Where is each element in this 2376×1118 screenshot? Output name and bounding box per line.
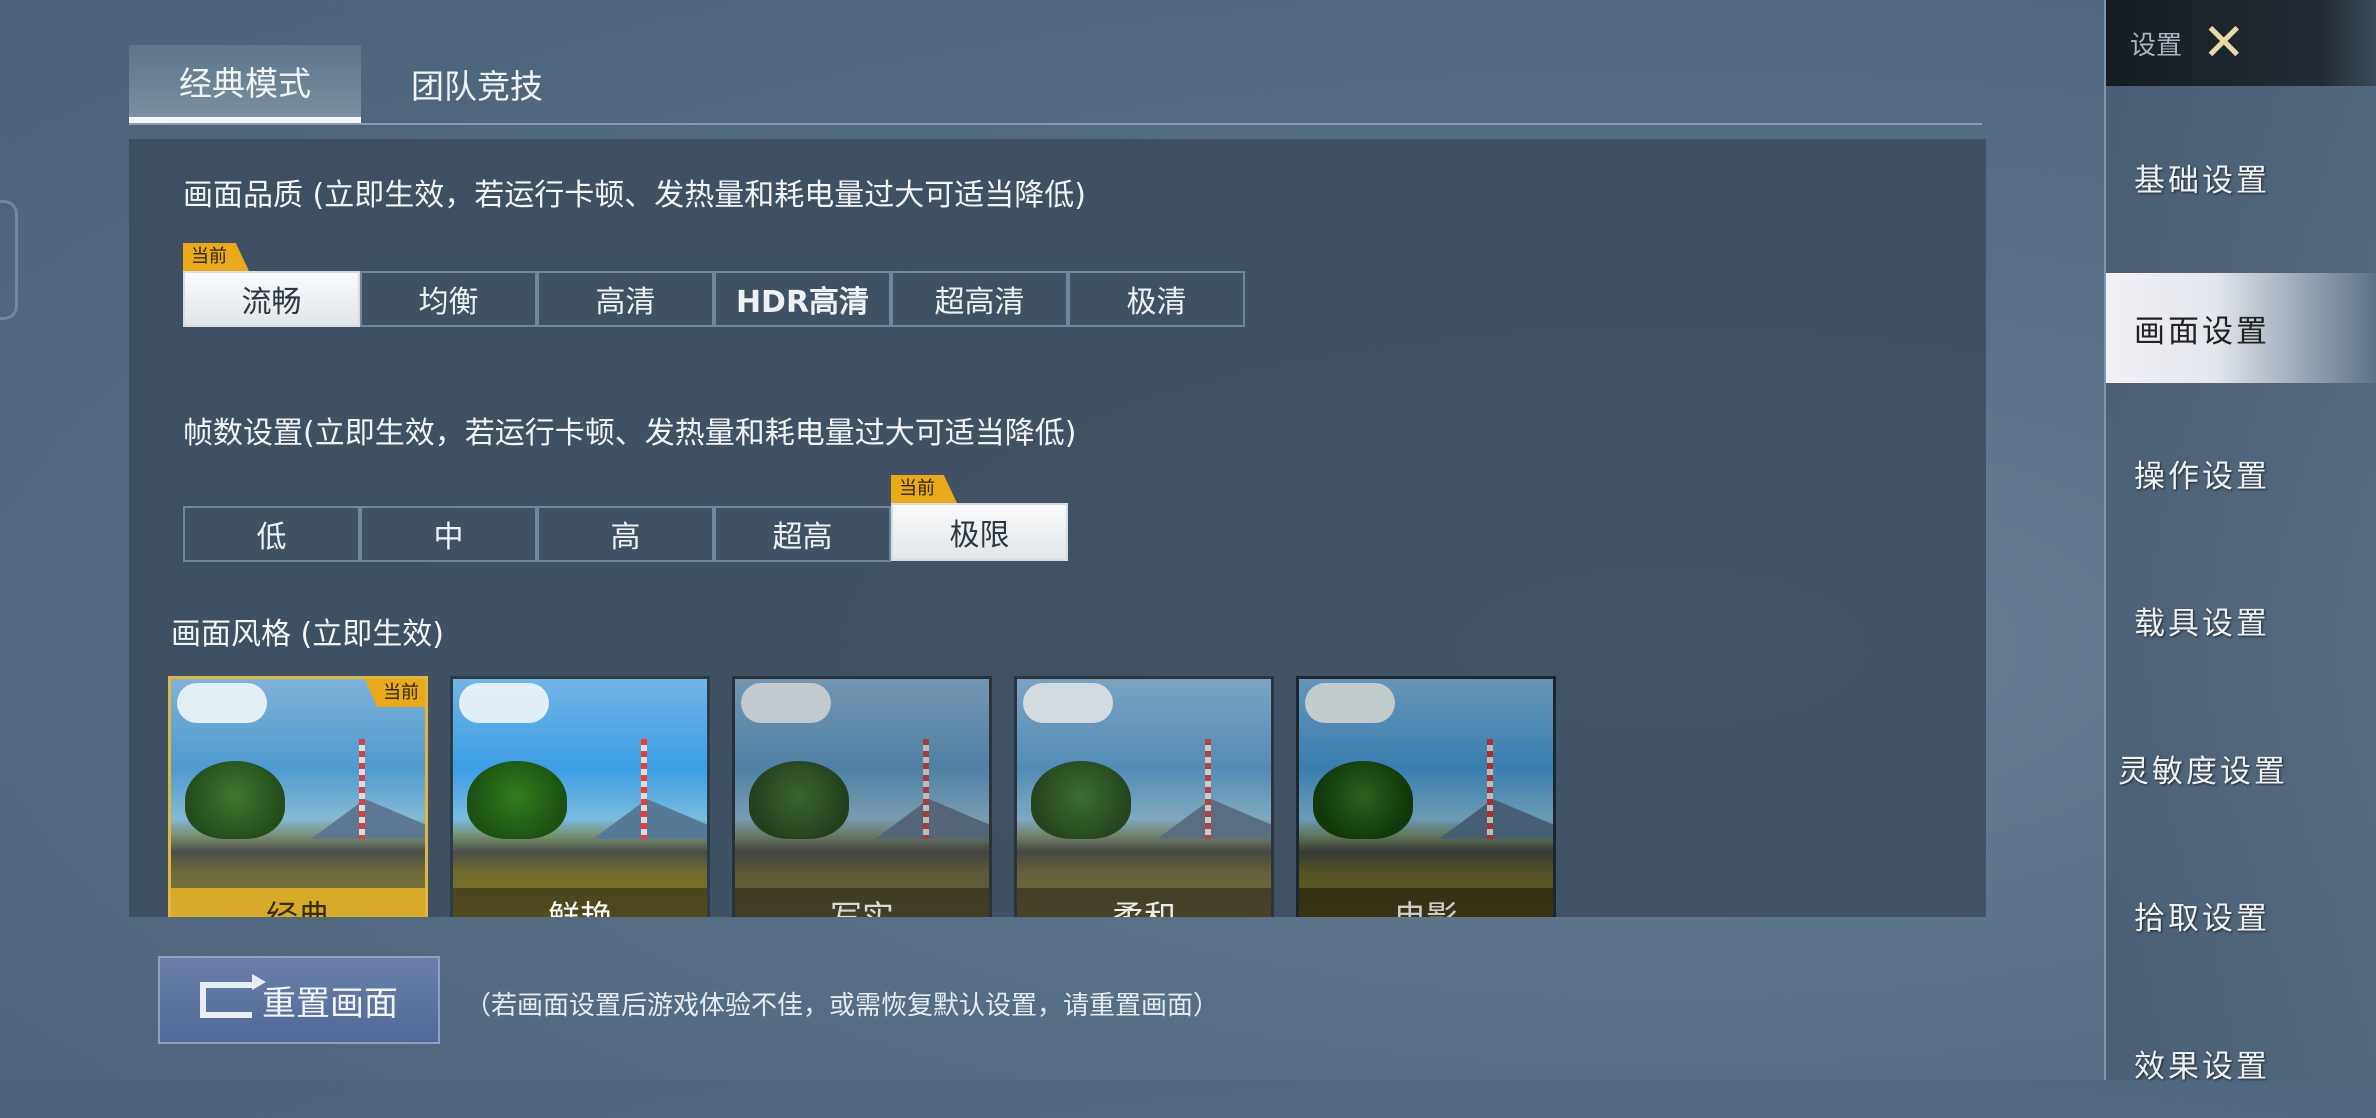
quality-option-hdr[interactable]: HDR高清 bbox=[714, 271, 891, 327]
sidebar-item-controls[interactable]: 操作设置 bbox=[2106, 418, 2376, 528]
fps-options: 低 中 高 超高 当前极限 bbox=[183, 475, 1068, 562]
mode-tabs: 经典模式 团队竞技 bbox=[129, 45, 1982, 125]
style-option-vivid[interactable]: 鲜艳 bbox=[450, 676, 710, 917]
sidebar-item-effects[interactable]: 效果设置 bbox=[2106, 1008, 2376, 1118]
style-label: 柔和 bbox=[1017, 888, 1271, 917]
option-label: 极限 bbox=[949, 518, 1010, 553]
sidebar-title: 设置 bbox=[2130, 30, 2183, 61]
quality-title: 画面品质 (立即生效，若运行卡顿、发热量和耗电量过大可适当降低) bbox=[183, 178, 1086, 213]
style-label: 经典 bbox=[171, 888, 425, 917]
fps-option-ultra[interactable]: 超高 bbox=[714, 506, 891, 562]
style-title: 画面风格 (立即生效) bbox=[171, 617, 444, 652]
style-option-classic[interactable]: 当前 经典 bbox=[168, 676, 428, 917]
reset-icon bbox=[200, 974, 266, 1018]
sidebar-item-pickup[interactable]: 拾取设置 bbox=[2106, 860, 2376, 970]
fps-option-extreme[interactable]: 当前极限 bbox=[891, 475, 1068, 561]
settings-sidebar: 设置 ✕ 基础设置 画面设置 操作设置 载具设置 灵敏度设置 拾取设置 效果设置 bbox=[2104, 0, 2376, 1085]
quality-options: 当前流畅 均衡 高清 HDR高清 超高清 极清 bbox=[183, 243, 1245, 327]
style-label: 鲜艳 bbox=[453, 888, 707, 917]
preview-image bbox=[1305, 683, 1395, 723]
current-badge: 当前 bbox=[365, 679, 425, 707]
reset-hint: （若画面设置后游戏体验不佳，或需恢复默认设置，请重置画面） bbox=[465, 991, 1220, 1021]
quality-option-hd[interactable]: 高清 bbox=[537, 271, 714, 327]
quality-option-extreme[interactable]: 极清 bbox=[1068, 271, 1245, 327]
reset-label: 重置画面 bbox=[262, 983, 398, 1024]
fps-title: 帧数设置(立即生效，若运行卡顿、发热量和耗电量过大可适当降低) bbox=[183, 416, 1077, 451]
sidebar-item-basic[interactable]: 基础设置 bbox=[2106, 122, 2376, 232]
option-label: 流畅 bbox=[241, 285, 302, 320]
fps-option-medium[interactable]: 中 bbox=[360, 506, 537, 562]
preview-image bbox=[1023, 683, 1113, 723]
quality-option-balanced[interactable]: 均衡 bbox=[360, 271, 537, 327]
sidebar-item-vehicle[interactable]: 载具设置 bbox=[2106, 565, 2376, 675]
fps-option-low[interactable]: 低 bbox=[183, 506, 360, 562]
style-option-realistic[interactable]: 写实 bbox=[732, 676, 992, 917]
current-badge: 当前 bbox=[183, 243, 249, 271]
sidebar-item-graphics[interactable]: 画面设置 bbox=[2106, 273, 2376, 383]
preview-image bbox=[459, 683, 549, 723]
sidebar-item-sensitivity[interactable]: 灵敏度设置 bbox=[2106, 713, 2376, 823]
preview-image bbox=[177, 683, 267, 723]
style-options: 当前 经典 鲜艳 写实 柔和 电影 bbox=[168, 676, 1556, 917]
style-label: 写实 bbox=[735, 888, 989, 917]
preview-image bbox=[741, 683, 831, 723]
graphics-settings-panel: 画面品质 (立即生效，若运行卡顿、发热量和耗电量过大可适当降低) 当前 流畅 均衡… bbox=[129, 139, 1986, 917]
left-edge-handle bbox=[0, 200, 18, 320]
style-label: 电影 bbox=[1299, 888, 1553, 917]
reset-graphics-button[interactable]: 重置画面 bbox=[158, 956, 440, 1044]
quality-option-ultra-hd[interactable]: 超高清 bbox=[891, 271, 1068, 327]
tab-classic-mode[interactable]: 经典模式 bbox=[129, 45, 361, 123]
style-option-soft[interactable]: 柔和 bbox=[1014, 676, 1274, 917]
close-x-icon[interactable]: ✕ bbox=[2202, 17, 2246, 69]
current-badge: 当前 bbox=[891, 475, 957, 503]
tab-team-deathmatch[interactable]: 团队竞技 bbox=[361, 45, 593, 123]
style-option-cinematic[interactable]: 电影 bbox=[1296, 676, 1556, 917]
quality-option-smooth[interactable]: 当前流畅 bbox=[183, 243, 360, 327]
sidebar-header: 设置 ✕ bbox=[2106, 0, 2376, 86]
fps-option-high[interactable]: 高 bbox=[537, 506, 714, 562]
